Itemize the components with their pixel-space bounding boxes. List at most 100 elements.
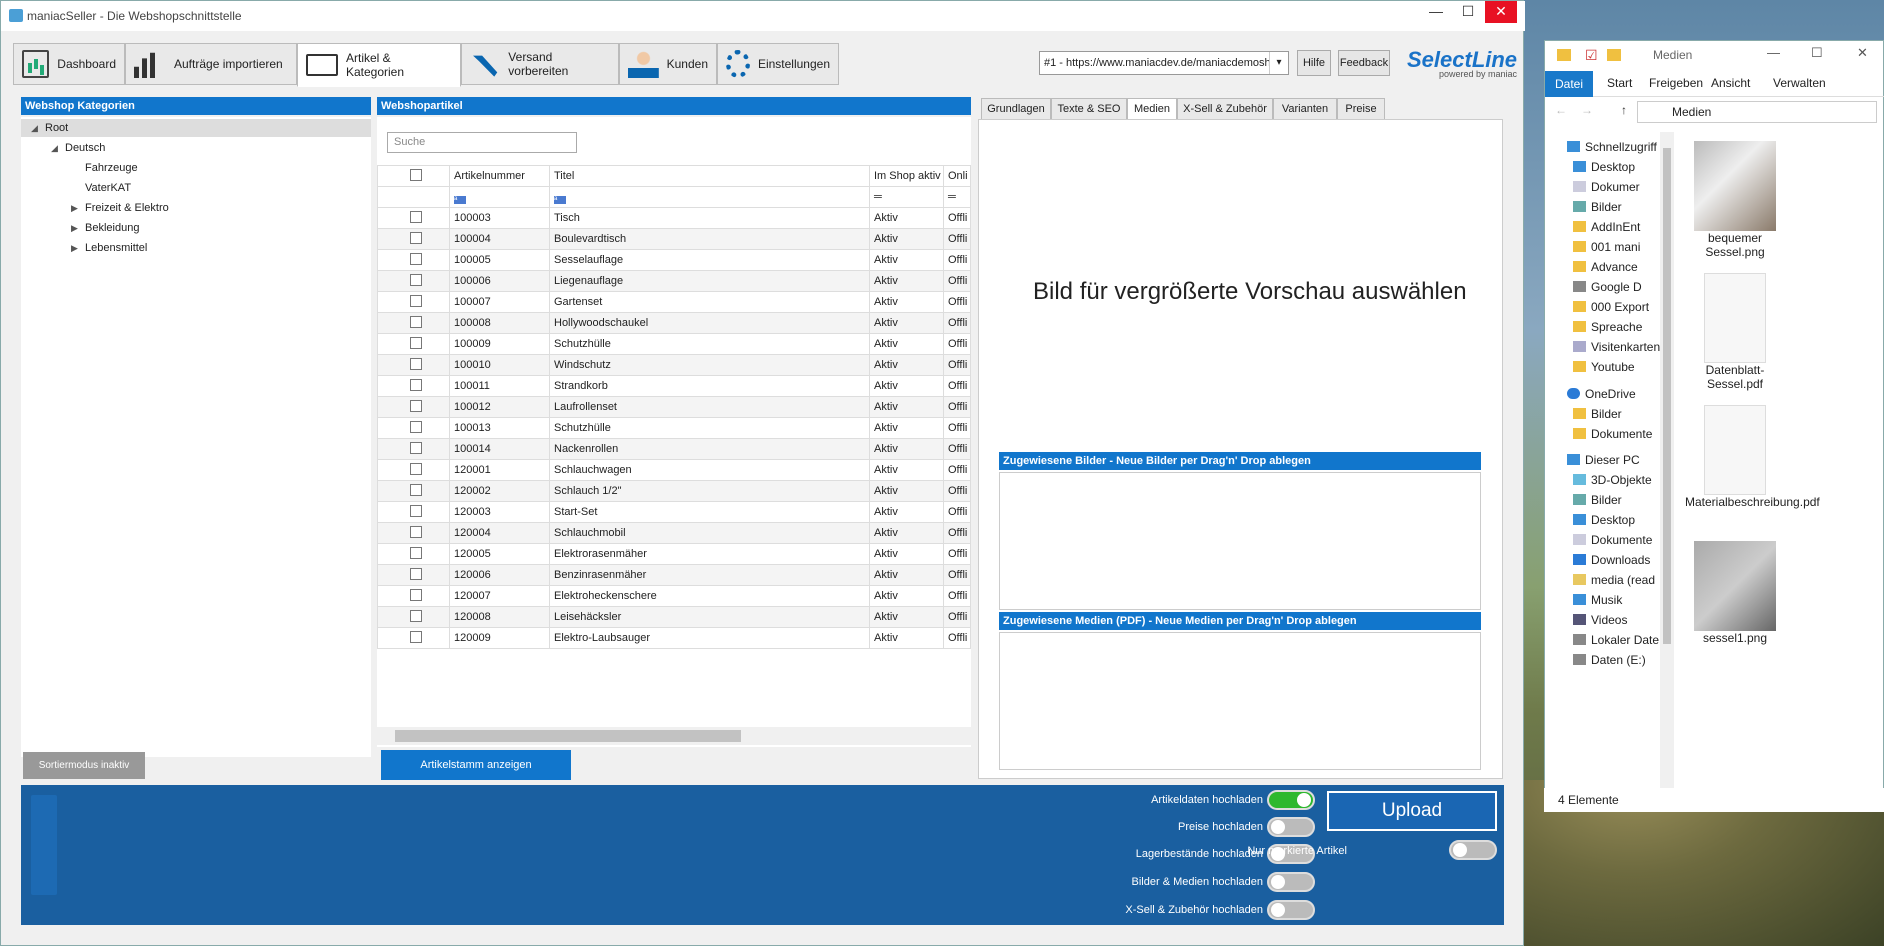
table-row[interactable]: 100005 Sesselauflage Aktiv Offli bbox=[377, 249, 971, 271]
table-row[interactable]: 100011 Strandkorb Aktiv Offli bbox=[377, 375, 971, 397]
row-checkbox[interactable] bbox=[409, 273, 422, 286]
tab-medien[interactable]: Medien bbox=[1127, 98, 1177, 120]
ribbon-verwalten[interactable]: Verwalten bbox=[1773, 76, 1826, 90]
row-checkbox[interactable] bbox=[409, 546, 422, 559]
properties-icon[interactable]: ☑ bbox=[1585, 47, 1598, 64]
new-folder-icon[interactable] bbox=[1607, 49, 1621, 61]
row-checkbox[interactable] bbox=[409, 336, 422, 349]
table-row[interactable]: 100012 Laufrollenset Aktiv Offli bbox=[377, 396, 971, 418]
row-checkbox[interactable] bbox=[409, 588, 422, 601]
close-button[interactable]: ✕ bbox=[1485, 1, 1517, 23]
images-dropzone[interactable] bbox=[999, 472, 1481, 610]
toggle-xsell[interactable] bbox=[1267, 900, 1315, 920]
table-row[interactable]: 120009 Elektro-Laubsauger Aktiv Offli bbox=[377, 627, 971, 649]
table-row[interactable]: 100013 Schutzhülle Aktiv Offli bbox=[377, 417, 971, 439]
tab-texte-seo[interactable]: Texte & SEO bbox=[1051, 98, 1127, 120]
tree-node-vaterkat[interactable]: VaterKAT bbox=[85, 179, 131, 197]
ribbon-freigeben[interactable]: Freigeben bbox=[1649, 76, 1703, 90]
row-checkbox[interactable] bbox=[409, 630, 422, 643]
tree-node-bekleidung[interactable]: ▶ Bekleidung bbox=[71, 219, 139, 237]
tab-versand[interactable]: Versand vorbereiten bbox=[461, 43, 619, 85]
table-row[interactable]: 100007 Gartenset Aktiv Offli bbox=[377, 291, 971, 313]
tab-xsell[interactable]: X-Sell & Zubehör bbox=[1177, 98, 1273, 120]
scrollbar-thumb[interactable] bbox=[395, 730, 741, 742]
file-sessel1[interactable]: sessel1.png bbox=[1685, 541, 1785, 645]
up-arrow-icon[interactable]: ↑ bbox=[1621, 103, 1627, 117]
table-row[interactable]: 120004 Schlauchmobil Aktiv Offli bbox=[377, 522, 971, 544]
tree-node-fahrzeuge[interactable]: Fahrzeuge bbox=[85, 159, 138, 177]
row-checkbox[interactable] bbox=[409, 420, 422, 433]
help-button[interactable]: Hilfe bbox=[1297, 50, 1331, 76]
back-arrow-icon[interactable]: ← bbox=[1555, 103, 1567, 117]
row-checkbox[interactable] bbox=[409, 567, 422, 580]
row-checkbox[interactable] bbox=[409, 315, 422, 328]
row-checkbox[interactable] bbox=[409, 462, 422, 475]
row-checkbox[interactable] bbox=[409, 357, 422, 370]
explorer-maximize[interactable]: ☐ bbox=[1811, 45, 1823, 61]
filter-cell[interactable]: ═ bbox=[943, 186, 971, 208]
table-row[interactable]: 120003 Start-Set Aktiv Offli bbox=[377, 501, 971, 523]
filter-cell[interactable]: a bbox=[449, 186, 550, 208]
table-row[interactable]: 100010 Windschutz Aktiv Offli bbox=[377, 354, 971, 376]
table-row[interactable]: 120001 Schlauchwagen Aktiv Offli bbox=[377, 459, 971, 481]
file-bequemer-sessel[interactable]: bequemer Sessel.png bbox=[1685, 141, 1785, 259]
nav-dieser-pc[interactable]: Dieser PC bbox=[1567, 450, 1675, 470]
nav-schnellzugriff[interactable]: Schnellzugriff bbox=[1567, 137, 1675, 157]
row-checkbox[interactable] bbox=[409, 231, 422, 244]
table-row[interactable]: 120007 Elektroheckenschere Aktiv Offli bbox=[377, 585, 971, 607]
tab-varianten[interactable]: Varianten bbox=[1273, 98, 1337, 120]
tab-auftraege[interactable]: Aufträge importieren bbox=[125, 43, 297, 85]
table-row[interactable]: 120002 Schlauch 1/2" Aktiv Offli bbox=[377, 480, 971, 502]
upload-button[interactable]: Upload bbox=[1327, 791, 1497, 831]
tree-node-lebensmittel[interactable]: ▶ Lebensmittel bbox=[71, 239, 147, 257]
column-header[interactable]: Titel bbox=[549, 165, 870, 187]
tab-kunden[interactable]: Kunden bbox=[619, 43, 717, 85]
filter-cell[interactable]: ═ bbox=[869, 186, 944, 208]
show-master-button[interactable]: Artikelstamm anzeigen bbox=[381, 750, 571, 780]
row-checkbox[interactable] bbox=[409, 609, 422, 622]
explorer-close[interactable]: ✕ bbox=[1857, 45, 1868, 61]
file-materialbeschreibung[interactable]: Materialbeschreibung.pdf bbox=[1685, 405, 1820, 509]
ribbon-ansicht[interactable]: Ansicht bbox=[1711, 76, 1750, 90]
row-checkbox[interactable] bbox=[409, 252, 422, 265]
sort-mode-button[interactable]: Sortiermodus inaktiv bbox=[23, 752, 145, 779]
maximize-button[interactable]: ☐ bbox=[1453, 1, 1483, 23]
column-header[interactable]: Onli bbox=[943, 165, 971, 187]
row-checkbox[interactable] bbox=[409, 399, 422, 412]
row-checkbox[interactable] bbox=[409, 483, 422, 496]
ribbon-datei[interactable]: Datei bbox=[1545, 71, 1593, 97]
table-row[interactable]: 100004 Boulevardtisch Aktiv Offli bbox=[377, 228, 971, 250]
tree-node-freizeit[interactable]: ▶ Freizeit & Elektro bbox=[71, 199, 169, 217]
tab-preise[interactable]: Preise bbox=[1337, 98, 1385, 120]
table-row[interactable]: 100014 Nackenrollen Aktiv Offli bbox=[377, 438, 971, 460]
table-row[interactable]: 100008 Hollywoodschaukel Aktiv Offli bbox=[377, 312, 971, 334]
column-header[interactable]: Im Shop aktiv bbox=[869, 165, 944, 187]
row-checkbox[interactable] bbox=[409, 210, 422, 223]
toggle-artikeldaten[interactable] bbox=[1267, 790, 1315, 810]
toggle-only-marked[interactable] bbox=[1449, 840, 1497, 860]
search-input[interactable]: Suche bbox=[387, 132, 577, 153]
row-checkbox[interactable] bbox=[409, 294, 422, 307]
chevron-down-icon[interactable]: ▾ bbox=[1269, 52, 1288, 74]
column-header[interactable]: Artikelnummer bbox=[449, 165, 550, 187]
forward-arrow-icon[interactable]: → bbox=[1581, 103, 1593, 117]
shop-select[interactable]: #1 - https://www.maniacdev.de/maniacdemo… bbox=[1039, 51, 1289, 75]
table-row[interactable]: 120005 Elektrorasenmäher Aktiv Offli bbox=[377, 543, 971, 565]
table-row[interactable]: 100003 Tisch Aktiv Offli bbox=[377, 207, 971, 229]
tree-node-root[interactable]: ◢ Root bbox=[31, 119, 68, 137]
row-checkbox[interactable] bbox=[409, 441, 422, 454]
scrollbar-thumb[interactable] bbox=[1663, 148, 1671, 644]
nav-onedrive[interactable]: OneDrive bbox=[1567, 384, 1675, 404]
file-datenblatt-sessel[interactable]: Datenblatt-Sessel.pdf bbox=[1685, 273, 1785, 391]
tab-artikel[interactable]: Artikel & Kategorien bbox=[297, 43, 461, 87]
tab-einstellungen[interactable]: Einstellungen bbox=[717, 43, 839, 85]
table-row[interactable]: 100006 Liegenauflage Aktiv Offli bbox=[377, 270, 971, 292]
toggle-preise[interactable] bbox=[1267, 817, 1315, 837]
media-dropzone[interactable] bbox=[999, 632, 1481, 770]
row-checkbox[interactable] bbox=[409, 525, 422, 538]
explorer-minimize[interactable]: — bbox=[1767, 45, 1780, 60]
select-all-checkbox[interactable] bbox=[409, 168, 422, 181]
tab-grundlagen[interactable]: Grundlagen bbox=[981, 98, 1051, 120]
table-row[interactable]: 120008 Leisehäcksler Aktiv Offli bbox=[377, 606, 971, 628]
minimize-button[interactable]: — bbox=[1421, 1, 1451, 23]
